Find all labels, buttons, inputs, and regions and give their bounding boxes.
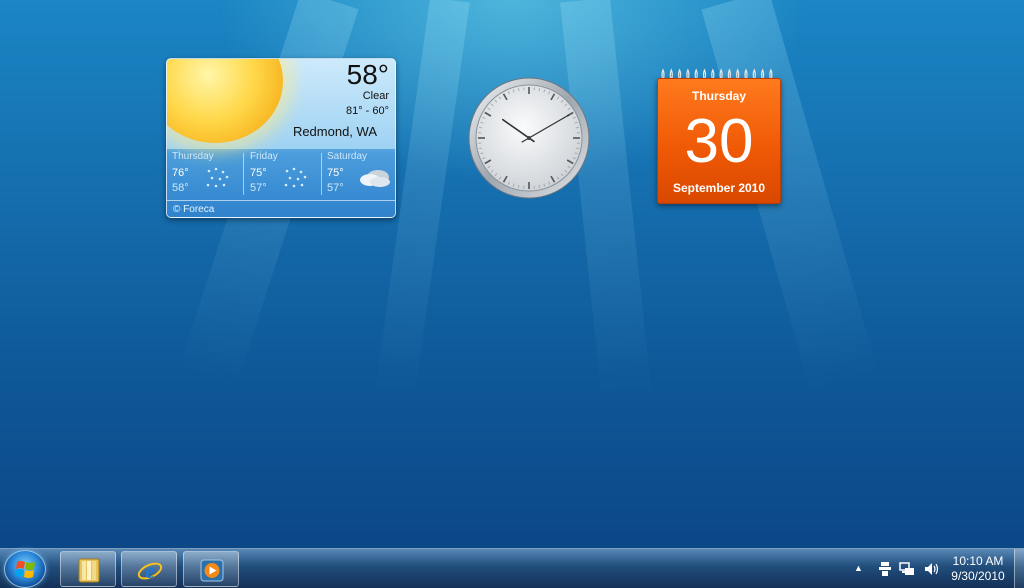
taskbar: e ▲ 10:10 AM 9/30/2010 [0,548,1024,588]
forecast-day: Thursday 76° 58° [167,149,243,197]
windows-logo-icon [15,561,35,578]
forecast-day-name: Thursday [172,151,214,162]
forecast-low: 58° [172,182,189,194]
forecast-high: 76° [172,167,189,179]
temperature-range: 81° - 60° [345,105,389,117]
forecast-day: Friday 75° 57° [245,149,321,197]
folder-library-icon [78,558,100,583]
weather-footer[interactable]: © Foreca [167,200,395,217]
clock-gadget[interactable] [466,76,592,200]
forecast-high: 75° [250,167,267,179]
clock-center [527,136,531,140]
rain-icon [206,167,229,188]
show-desktop-button[interactable] [1014,549,1024,588]
calendar-weekday: Thursday [691,89,746,103]
light-ray [560,0,652,401]
taskbar-date: 9/30/2010 [951,569,1005,583]
current-temperature: 58° [346,59,389,90]
forecast-day: Saturday 75° 57° [322,149,395,197]
volume-icon[interactable] [923,560,939,578]
media-player-icon [200,559,224,582]
weather-provider-link[interactable]: © Foreca [173,204,214,215]
weather-forecast: Thursday 76° 58° Friday 75° 57° Saturday… [167,149,395,197]
svg-text:e: e [145,558,155,583]
current-condition: Clear [362,90,389,102]
forecast-day-name: Friday [250,151,278,162]
action-center-icon[interactable] [877,560,893,578]
weather-location: Redmond, WA [292,124,377,139]
calendar-month-year: September 2010 [672,181,766,195]
taskbar-time: 10:10 AM [952,554,1004,568]
weather-gadget[interactable]: 58° Clear 81° - 60° Redmond, WA Thursday… [166,58,396,218]
windows-explorer-button[interactable] [60,551,116,587]
show-hidden-icons-button[interactable]: ▲ [854,563,863,573]
cloudy-icon [360,170,390,187]
forecast-divider [243,153,244,195]
internet-explorer-icon: e [137,558,163,583]
calendar-gadget[interactable]: Thursday 30 September 2010 [657,78,781,204]
forecast-day-name: Saturday [327,151,368,162]
network-icon[interactable] [899,560,915,578]
internet-explorer-button[interactable]: e [121,551,177,587]
forecast-low: 57° [250,182,267,194]
forecast-low: 57° [327,182,344,194]
windows-media-player-button[interactable] [183,551,239,587]
forecast-high: 75° [327,167,344,179]
taskbar-clock[interactable]: 10:10 AM 9/30/2010 [944,554,1012,584]
calendar-day-number: 30 [684,107,754,176]
rain-icon [284,167,307,188]
start-button[interactable] [4,550,46,588]
